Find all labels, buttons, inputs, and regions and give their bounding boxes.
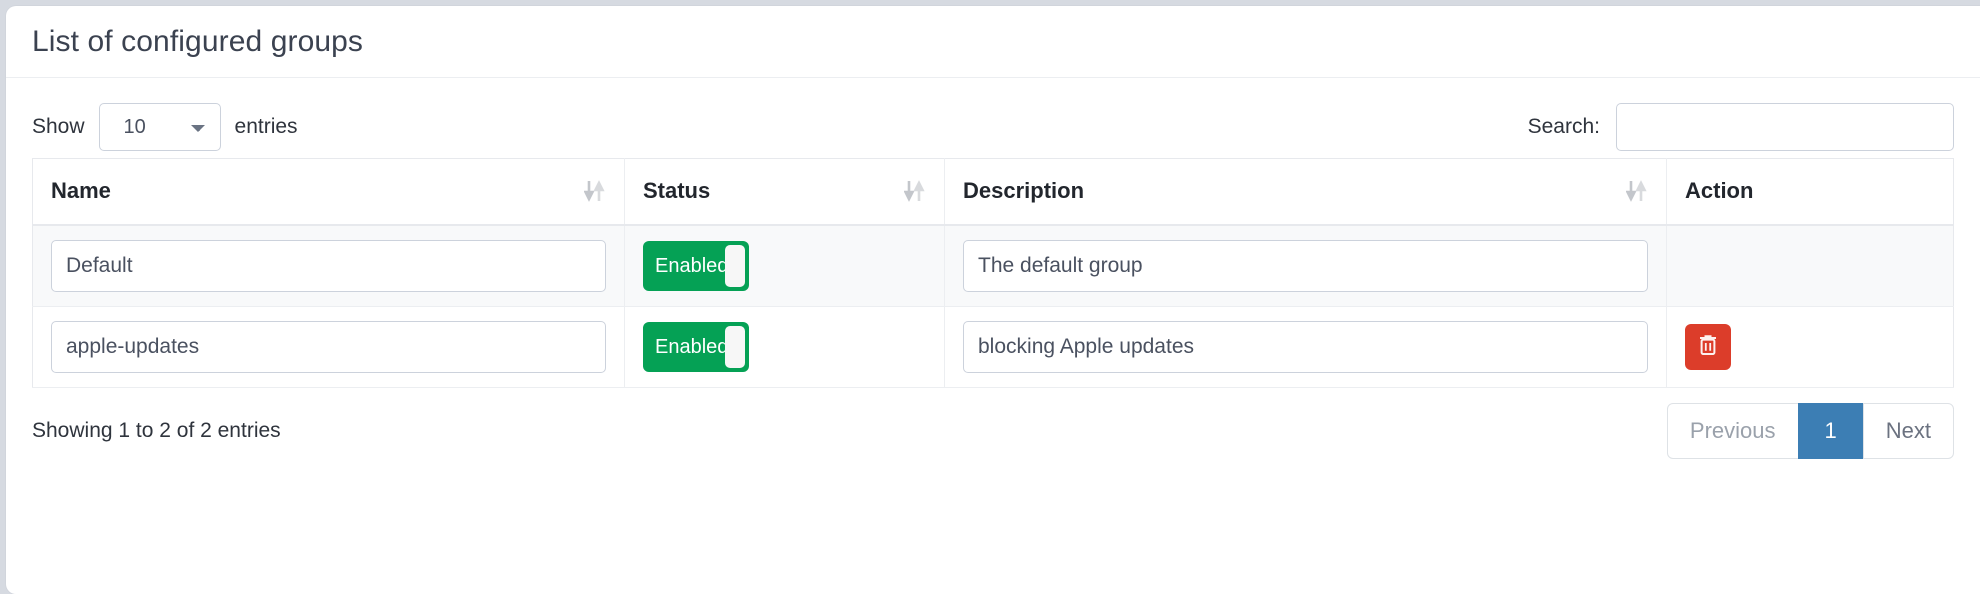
search-control: Search: [1528,103,1954,151]
table-header-row: Name Status Description Action [32,158,1954,226]
column-label: Status [643,178,711,204]
datatable-footer: Showing 1 to 2 of 2 entries Previous 1 N… [32,388,1954,474]
table-info: Showing 1 to 2 of 2 entries [32,418,281,442]
group-description-input[interactable] [963,239,1648,292]
datatable-controls: Show 10 entries Search: [32,96,1954,158]
column-header-description[interactable]: Description [944,158,1667,226]
delete-group-button[interactable] [1685,323,1731,370]
column-label: Description [963,178,1085,204]
column-header-action: Action [1666,158,1954,226]
show-label: Show [32,115,85,138]
cell-status: Enabled [624,306,945,388]
cell-description [944,306,1667,388]
entries-label: entries [234,115,298,138]
status-toggle-label: Enabled [655,335,729,358]
cell-status: Enabled [624,224,945,307]
cell-description [944,224,1667,307]
pagination-next[interactable]: Next [1862,402,1954,459]
pagination: Previous 1 Next [1666,402,1954,459]
pagination-previous[interactable]: Previous [1666,402,1799,459]
groups-table: Name Status Description Action Default E… [32,158,1954,388]
toggle-knob [725,325,745,368]
toggle-knob [725,244,745,287]
entries-per-page-select[interactable]: 10 [98,103,221,151]
cell-action [1666,306,1954,388]
table-body: Enabled Enabled [32,224,1954,388]
sort-both-icon [1626,178,1648,204]
cell-action [1666,224,1954,307]
cell-name [32,306,625,388]
sort-both-icon [584,178,606,204]
column-label: Name [51,178,111,204]
group-name-input[interactable] [51,239,606,292]
groups-card: List of configured groups Show 10 entrie… [6,6,1980,594]
group-name-input[interactable] [51,320,606,373]
page-title: List of configured groups [32,24,364,58]
cell-name [32,224,625,307]
group-description-input[interactable] [963,320,1648,373]
table-row: Enabled [32,306,1954,388]
table-row: Enabled [32,224,1954,307]
pagination-page-1[interactable]: 1 [1797,402,1864,459]
column-header-status[interactable]: Status [624,158,945,226]
card-header: List of configured groups [6,6,1980,78]
search-input[interactable] [1616,103,1954,151]
status-toggle-label: Enabled [655,254,729,277]
search-label: Search: [1527,115,1600,138]
entries-length-control: Show 10 entries [32,103,298,151]
column-header-name[interactable]: Name [32,158,625,226]
column-label: Action [1685,178,1754,204]
card-body: Show 10 entries Search: Name Status Desc… [6,78,1980,474]
status-toggle[interactable]: Enabled [643,321,749,372]
table-head: Name Status Description Action [32,158,1954,226]
trash-icon [1697,333,1719,360]
sort-both-icon [904,178,926,204]
status-toggle[interactable]: Enabled [643,240,749,291]
